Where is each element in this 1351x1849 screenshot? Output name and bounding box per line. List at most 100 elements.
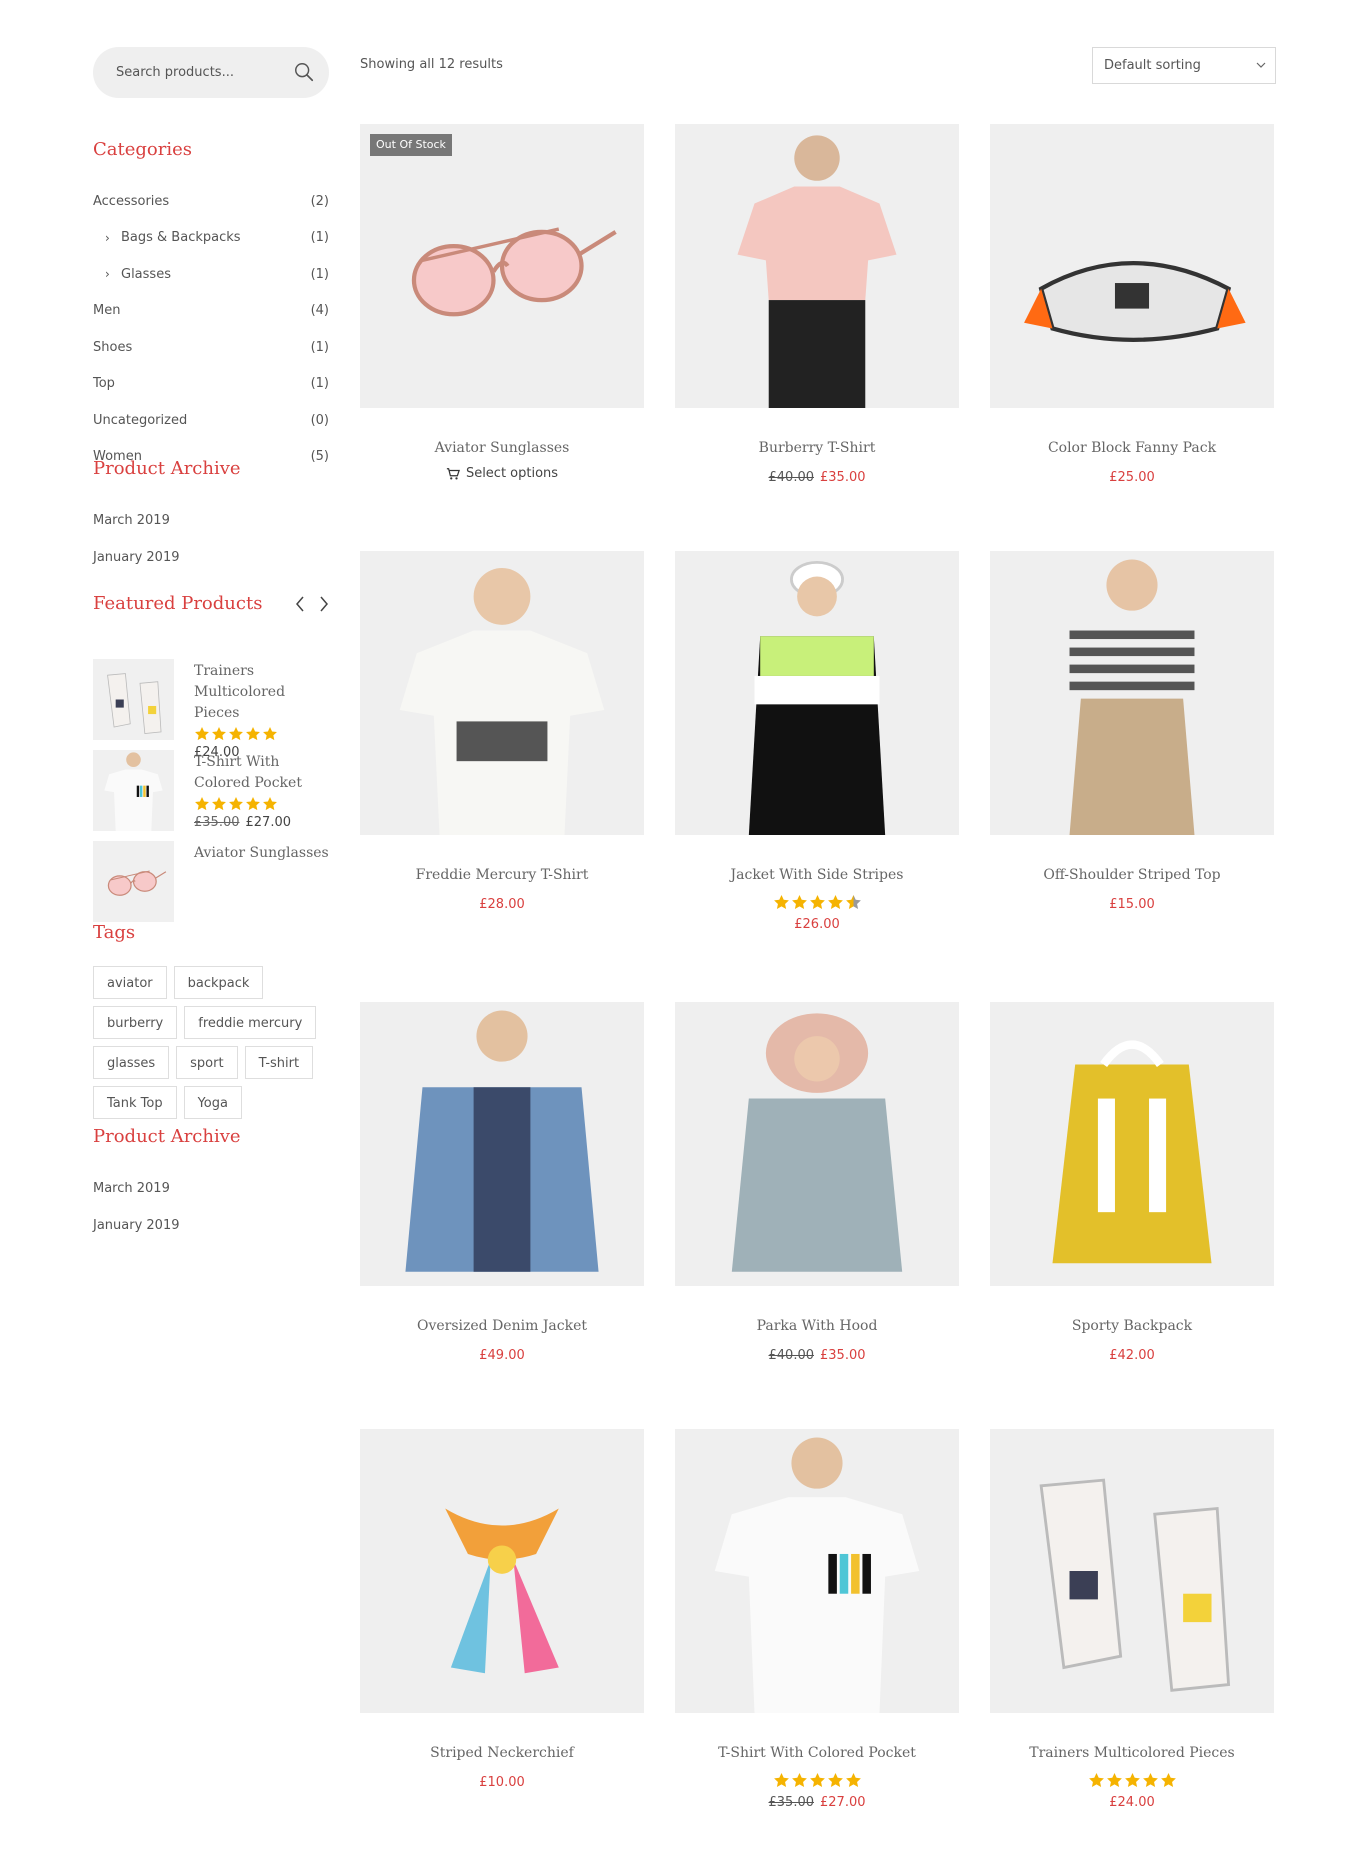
archive-item[interactable]: March 2019 xyxy=(93,503,180,540)
product-title[interactable]: Burberry T-Shirt xyxy=(675,440,959,460)
product-title[interactable]: Freddie Mercury T-Shirt xyxy=(360,867,644,887)
product-title[interactable]: Off-Shoulder Striped Top xyxy=(990,867,1274,887)
shop-page: Categories Accessories (2) › Bags & Backpac… xyxy=(0,0,1351,1849)
price: £40.00 £35.00 xyxy=(675,470,959,485)
featured-product-image[interactable] xyxy=(93,750,174,831)
product-archive-title: Product Archive xyxy=(93,458,241,479)
category-label: Accessories xyxy=(93,193,170,209)
star-icon xyxy=(246,726,260,741)
product-image[interactable] xyxy=(990,1429,1274,1713)
current-price: £27.00 xyxy=(245,815,292,830)
current-price: £42.00 xyxy=(1109,1348,1155,1363)
tag-link[interactable]: aviator xyxy=(93,966,167,999)
tag-link[interactable]: freddie mercury xyxy=(184,1006,317,1039)
product-card: Burberry T-Shirt £40.00 £35.00 xyxy=(675,124,959,485)
product-image[interactable] xyxy=(675,551,959,835)
category-count: (5) xyxy=(310,449,329,465)
product-title[interactable]: Color Block Fanny Pack xyxy=(990,440,1274,460)
product-image[interactable] xyxy=(990,551,1274,835)
current-price: £10.00 xyxy=(479,1775,525,1790)
product-title[interactable]: Aviator Sunglasses xyxy=(360,440,644,460)
star-icon xyxy=(809,895,825,910)
category-item[interactable]: › Glasses (1) xyxy=(93,256,329,293)
star-icon xyxy=(773,1773,789,1788)
category-count: (4) xyxy=(310,303,329,319)
product-title[interactable]: Oversized Denim Jacket xyxy=(360,1318,644,1338)
featured-product-image[interactable] xyxy=(93,659,174,740)
chevron-down-icon xyxy=(1256,62,1266,68)
product-image[interactable] xyxy=(360,551,644,835)
featured-product-name[interactable]: T-Shirt With Colored Pocket xyxy=(194,752,334,794)
tag-link[interactable]: backpack xyxy=(173,966,264,999)
category-name: Uncategorized xyxy=(93,413,187,428)
category-item[interactable]: Uncategorized (0) xyxy=(93,402,329,439)
old-price: £40.00 xyxy=(768,1348,815,1363)
category-name: Accessories xyxy=(93,194,169,209)
category-name: › Glasses xyxy=(93,267,171,282)
archive-list: March 2019 January 2019 xyxy=(93,503,180,576)
current-price: £15.00 xyxy=(1109,897,1155,912)
tag-link[interactable]: T-shirt xyxy=(244,1046,314,1079)
archive-item[interactable]: January 2019 xyxy=(93,1208,180,1245)
category-item[interactable]: Shoes (1) xyxy=(93,329,329,366)
featured-product-image[interactable] xyxy=(93,841,174,922)
star-icon xyxy=(229,726,243,741)
category-name: › Bags & Backpacks xyxy=(93,230,241,245)
category-list: Accessories (2) › Bags & Backpacks (1) › Glass… xyxy=(93,183,329,475)
category-item[interactable]: Top (1) xyxy=(93,366,329,403)
category-label: Glasses xyxy=(121,266,171,282)
tag-link[interactable]: burberry xyxy=(93,1006,178,1039)
product-card: T-Shirt With Colored Pocket £35.00 £27.00 xyxy=(675,1429,959,1810)
tag-link[interactable]: glasses xyxy=(93,1046,170,1079)
price: £42.00 xyxy=(990,1348,1274,1363)
tag-link[interactable]: Yoga xyxy=(183,1086,242,1119)
star-icon xyxy=(212,796,226,811)
category-item[interactable]: Men (4) xyxy=(93,293,329,330)
product-title[interactable]: Parka With Hood xyxy=(675,1318,959,1338)
category-item[interactable]: Accessories (2) xyxy=(93,183,329,220)
price: £40.00 £35.00 xyxy=(675,1348,959,1363)
product-title[interactable]: Sporty Backpack xyxy=(990,1318,1274,1338)
price: £35.00 £27.00 xyxy=(675,1795,959,1810)
featured-product-name[interactable]: Trainers Multicolored Pieces xyxy=(194,661,334,724)
sorting-select[interactable]: Default sorting xyxy=(1092,47,1276,84)
star-icon xyxy=(1142,1773,1158,1788)
product-image[interactable] xyxy=(675,124,959,408)
star-icon xyxy=(1160,1773,1176,1788)
featured-product-name[interactable]: Aviator Sunglasses xyxy=(194,843,334,864)
chevron-right-icon[interactable] xyxy=(317,594,331,614)
product-image[interactable]: Out Of Stock xyxy=(360,124,644,408)
star-icon xyxy=(809,1773,825,1788)
product-image[interactable] xyxy=(675,1429,959,1713)
featured-product: T-Shirt With Colored Pocket £35.00 £27.00 xyxy=(93,750,329,832)
category-item[interactable]: › Bags & Backpacks (1) xyxy=(93,220,329,257)
product-title[interactable]: T-Shirt With Colored Pocket xyxy=(675,1745,959,1765)
price: £26.00 xyxy=(675,917,959,932)
tag-link[interactable]: sport xyxy=(176,1046,238,1079)
star-icon xyxy=(791,1773,807,1788)
star-icon xyxy=(1106,1773,1122,1788)
current-price: £35.00 xyxy=(820,470,866,485)
product-title[interactable]: Striped Neckerchief xyxy=(360,1745,644,1765)
product-title[interactable]: Trainers Multicolored Pieces xyxy=(990,1745,1274,1765)
product-image[interactable] xyxy=(675,1002,959,1286)
product-image[interactable] xyxy=(360,1429,644,1713)
chevron-left-icon[interactable] xyxy=(293,594,307,614)
product-title[interactable]: Jacket With Side Stripes xyxy=(675,867,959,887)
star-icon xyxy=(1124,1773,1140,1788)
search-icon[interactable] xyxy=(293,61,315,83)
chevron-right-icon: › xyxy=(105,267,110,282)
tag-link[interactable]: Tank Top xyxy=(93,1086,177,1119)
product-image[interactable] xyxy=(360,1002,644,1286)
star-icon xyxy=(827,1773,843,1788)
current-price: £28.00 xyxy=(479,897,525,912)
product-image[interactable] xyxy=(990,1002,1274,1286)
category-name: Top xyxy=(93,376,115,391)
star-icon xyxy=(246,796,260,811)
archive-item[interactable]: January 2019 xyxy=(93,540,180,577)
search-input[interactable] xyxy=(114,64,288,81)
category-count: (1) xyxy=(310,376,329,392)
product-image[interactable] xyxy=(990,124,1274,408)
archive-item[interactable]: March 2019 xyxy=(93,1171,180,1208)
select-options-button[interactable]: Select options xyxy=(360,466,644,481)
